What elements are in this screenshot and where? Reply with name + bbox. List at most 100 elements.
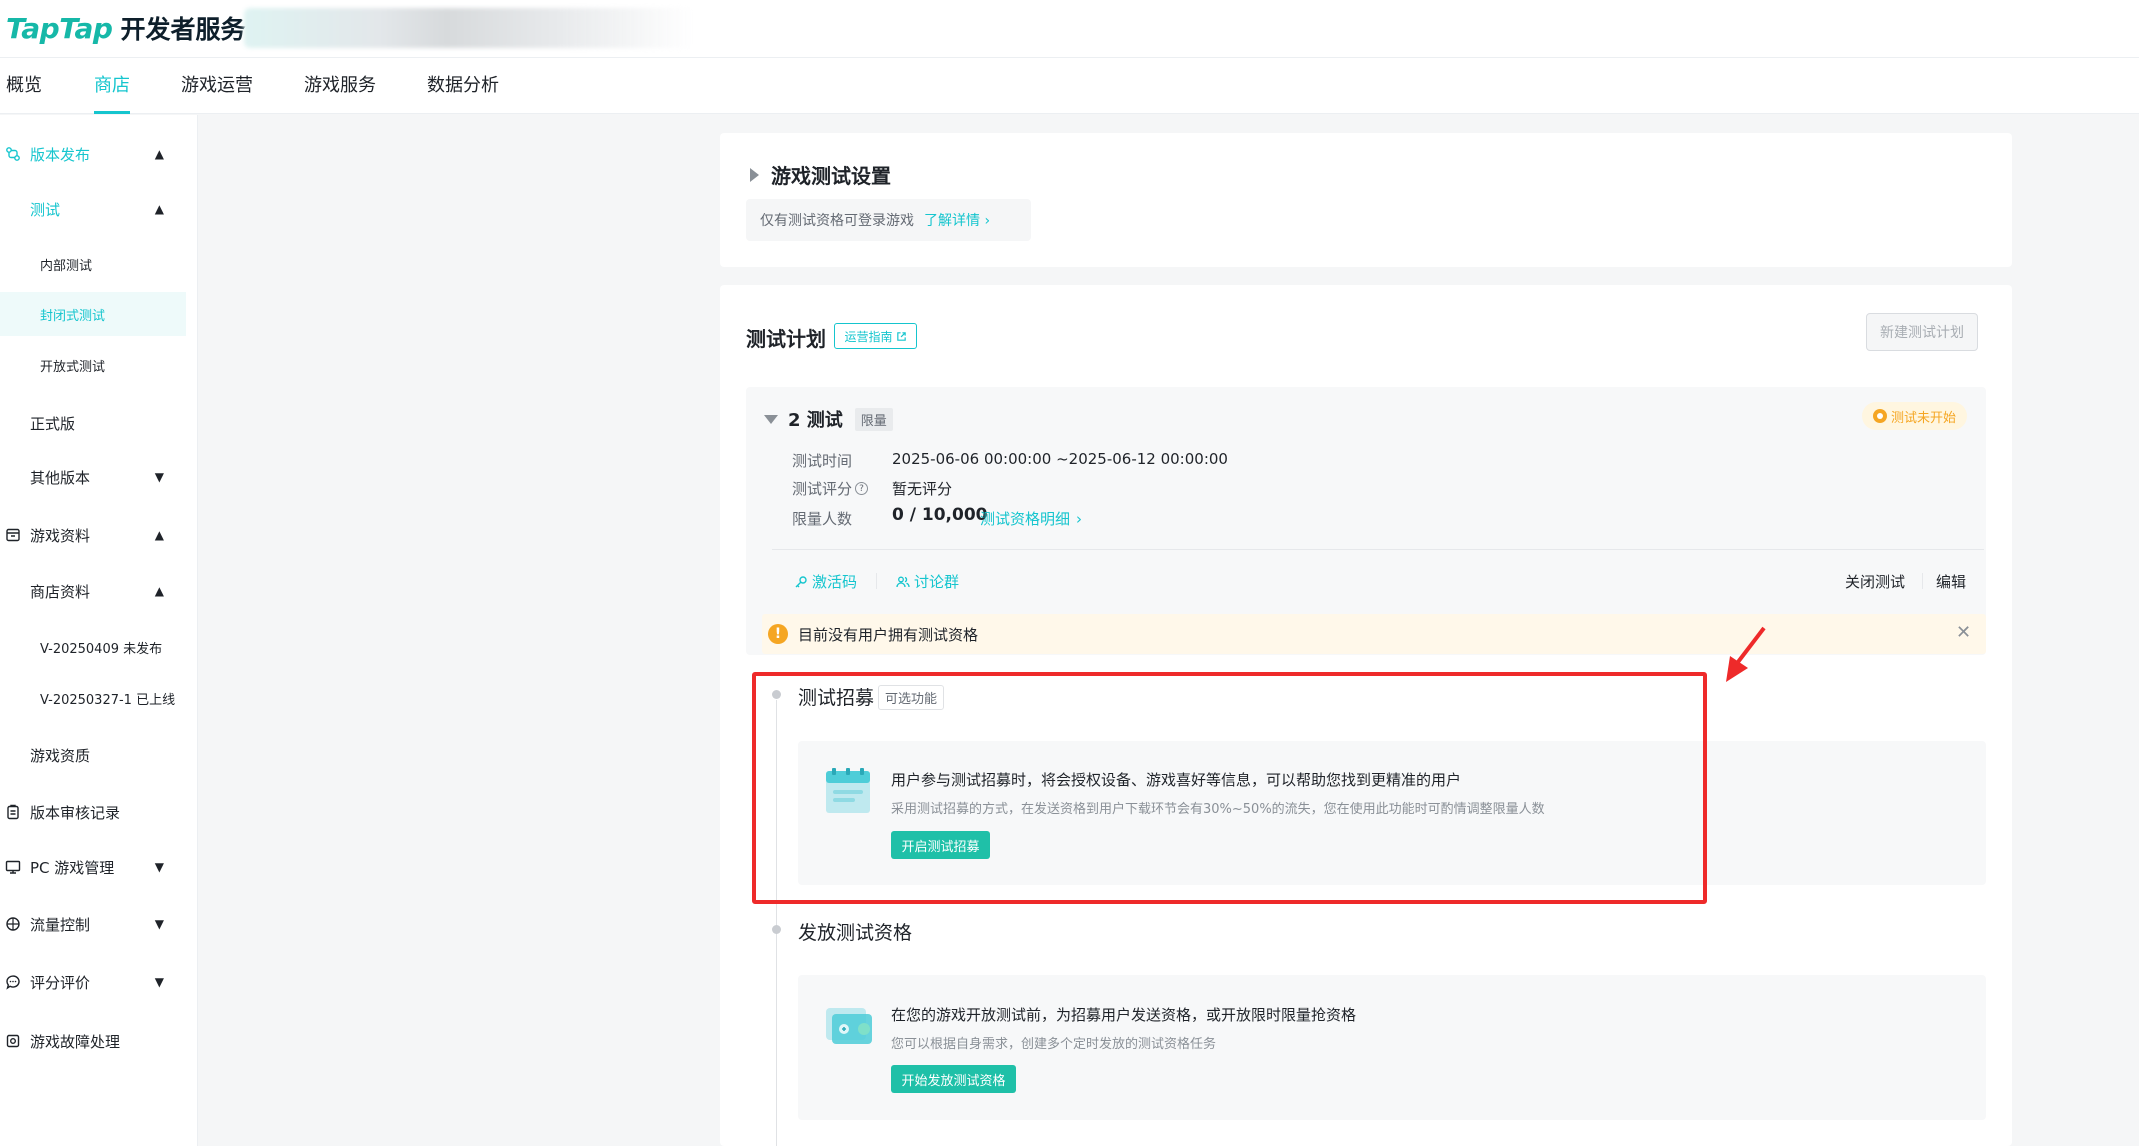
sidebar-label-fault: 游戏故障处理 (30, 1032, 121, 1051)
score-label-row: 测试评分 ? (792, 478, 869, 499)
sidebar-item-game-info[interactable]: 游戏资料 ▲ (0, 513, 186, 557)
time-value: 2025-06-06 00:00:00 ~2025-06-12 00:00:00 (892, 450, 1228, 468)
plan-name: 2 测试 (788, 410, 843, 431)
settings-title: 游戏测试设置 (771, 164, 891, 188)
sidebar-label-rating: 评分评价 (30, 973, 91, 992)
sidebar-item-other-versions[interactable]: 其他版本 ▼ (0, 455, 186, 499)
tab-store[interactable]: 商店 (94, 58, 130, 114)
chevron-up-icon: ▲ (154, 584, 164, 598)
plan-title: 测试计划 (746, 327, 826, 351)
gear-box-icon (2, 1030, 24, 1052)
caret-right-icon (750, 167, 759, 182)
sidebar-label-review-record: 版本审核记录 (30, 803, 121, 822)
brand-name: TapTap (6, 11, 113, 45)
chevron-down-icon: ▼ (154, 860, 164, 874)
clipboard-icon (2, 801, 24, 823)
key-icon (795, 575, 807, 587)
limit-tag: 限量 (854, 407, 893, 431)
sidebar-item-open-test[interactable]: 开放式测试 (0, 343, 186, 387)
sidebar-label-other-versions: 其他版本 (30, 468, 91, 487)
start-issue-button[interactable]: 开始发放测试资格 (891, 1065, 1016, 1093)
issue-title: 发放测试资格 (798, 922, 913, 944)
top-bar: TapTap 开发者服务 (0, 0, 2139, 58)
close-test-button[interactable]: 关闭测试 (1845, 571, 1905, 592)
sidebar-label-store-info: 商店资料 (30, 582, 91, 601)
limit-label: 限量人数 (792, 510, 853, 528)
annotation-arrow-icon (1726, 626, 1766, 682)
sidebar-item-fault[interactable]: 游戏故障处理 (0, 1019, 186, 1063)
sidebar-label-test: 测试 (30, 200, 61, 219)
operation-guide-link[interactable]: 运营指南 (834, 323, 917, 349)
timeline-dot (772, 925, 781, 934)
sidebar-item-game-qualification[interactable]: 游戏资质 (0, 733, 186, 777)
sidebar-item-pc-manage[interactable]: PC 游戏管理 ▼ (0, 845, 186, 889)
settings-note-text: 仅有测试资格可登录游戏 (760, 213, 914, 229)
close-icon[interactable]: ✕ (1956, 622, 1971, 643)
monitor-icon (2, 856, 24, 878)
issue-sub-text: 您可以根据自身需求，创建多个定时发放的测试资格任务 (891, 1037, 1217, 1052)
chevron-down-icon: ▼ (154, 917, 164, 931)
tab-game-operation[interactable]: 游戏运营 (181, 58, 253, 114)
sidebar-item-internal-test[interactable]: 内部测试 (0, 242, 186, 286)
learn-more-link[interactable]: 了解详情 › (924, 210, 990, 230)
tab-overview[interactable]: 概览 (6, 58, 42, 114)
chevron-up-icon: ▲ (154, 202, 164, 216)
sidebar-label-release: 版本发布 (30, 145, 91, 164)
new-test-plan-button[interactable]: 新建测试计划 (1866, 313, 1978, 351)
settings-title-row[interactable]: 游戏测试设置 (750, 160, 891, 189)
chevron-down-icon: ▼ (154, 470, 164, 484)
release-icon (2, 143, 24, 165)
sidebar-item-closed-test[interactable]: 封闭式测试 (0, 292, 186, 336)
sidebar-label-traffic: 流量控制 (30, 915, 91, 934)
sidebar-label-pc-manage: PC 游戏管理 (30, 858, 115, 877)
edit-button[interactable]: 编辑 (1936, 571, 1966, 592)
group-icon (896, 576, 910, 587)
chevron-up-icon: ▲ (154, 528, 164, 542)
time-label: 测试时间 (792, 452, 853, 470)
chevron-up-icon: ▲ (154, 147, 164, 161)
plan-divider (772, 549, 1984, 550)
ticket-icon (826, 1008, 872, 1044)
brand-subtitle: 开发者服务 (120, 15, 246, 44)
activation-code-button[interactable]: 激活码 (794, 571, 857, 592)
sidebar-item-traffic[interactable]: 流量控制 ▼ (0, 902, 186, 946)
main-nav: 概览 商店 游戏运营 游戏服务 数据分析 (0, 58, 2139, 114)
taptap-logo[interactable]: TapTap 开发者服务 (6, 8, 245, 48)
external-link-icon (896, 331, 906, 341)
caret-down-icon (764, 414, 778, 424)
warning-text: 目前没有用户拥有测试资格 (798, 625, 979, 644)
sidebar-item-store-info[interactable]: 商店资料 ▲ (0, 569, 186, 613)
sidebar-label-game-info: 游戏资料 (30, 526, 91, 545)
settings-note: 仅有测试资格可登录游戏 了解详情 › (746, 199, 1031, 241)
warning-icon: ! (768, 624, 788, 644)
status-dot-icon (1872, 409, 1887, 423)
sidebar-item-version-2[interactable]: V-20250327-1 已上线 (0, 676, 186, 720)
comment-icon (2, 971, 24, 993)
archive-icon (2, 524, 24, 546)
action-separator (876, 573, 877, 589)
tab-data-analysis[interactable]: 数据分析 (427, 58, 499, 114)
sidebar-item-official[interactable]: 正式版 (0, 401, 186, 445)
sidebar-label-game-qualification: 游戏资质 (30, 746, 91, 765)
warning-banner: ! 目前没有用户拥有测试资格 (762, 614, 1986, 654)
sidebar-item-rating[interactable]: 评分评价 ▼ (0, 960, 186, 1004)
qualification-detail-link[interactable]: 测试资格明细 › (980, 508, 1082, 529)
action-separator (1922, 573, 1923, 589)
status-badge: 测试未开始 (1862, 402, 1967, 430)
limit-value: 0 / 10,000 (892, 505, 988, 525)
chevron-down-icon: ▼ (154, 975, 164, 989)
discussion-group-button[interactable]: 讨论群 (896, 571, 959, 592)
sidebar-item-version-1[interactable]: V-20250409 未发布 (0, 625, 186, 669)
plan-item-header[interactable]: 2 测试 限量 (764, 406, 893, 432)
score-value: 暂无评分 (892, 480, 953, 498)
highlight-annotation-box (752, 672, 1707, 904)
sidebar-item-test[interactable]: 测试 ▲ (0, 187, 186, 231)
sidebar-item-review-record[interactable]: 版本审核记录 (0, 790, 186, 834)
issue-main-text: 在您的游戏开放测试前，为招募用户发送资格，或开放限时限量抢资格 (891, 1006, 1357, 1024)
blurred-app-selector[interactable] (244, 8, 694, 48)
sidebar-item-release[interactable]: 版本发布 ▲ (0, 132, 186, 176)
tab-game-service[interactable]: 游戏服务 (304, 58, 376, 114)
help-icon[interactable]: ? (855, 482, 869, 495)
sidebar: 版本发布 ▲ 测试 ▲ 内部测试 封闭式测试 开放式测试 正式版 其他版本 ▼ … (0, 115, 198, 1146)
sidebar-label-official: 正式版 (30, 414, 76, 433)
